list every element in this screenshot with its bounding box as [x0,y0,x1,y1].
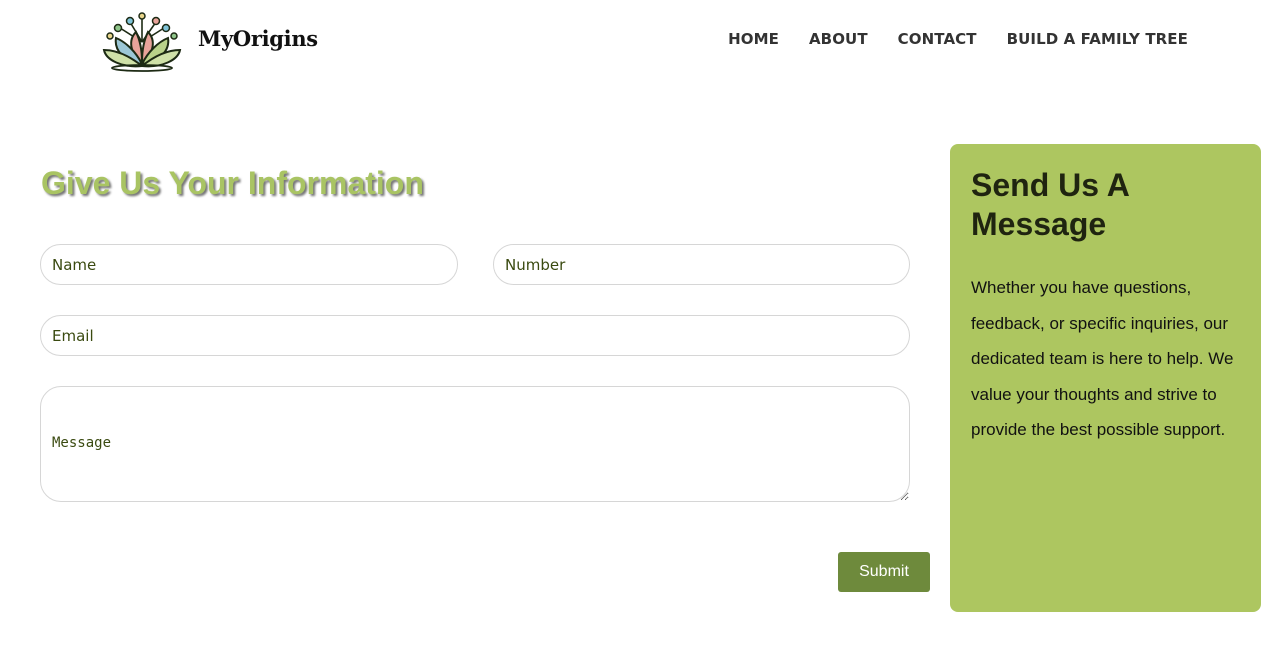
nav-about-link[interactable]: ABOUT [809,30,868,48]
main-nav: HOME ABOUT CONTACT BUILD A FAMILY TREE [728,30,1188,48]
message-textarea[interactable] [40,386,910,502]
nav-home-link[interactable]: HOME [728,30,779,48]
number-input[interactable] [493,244,910,285]
email-input[interactable] [40,315,910,356]
name-input[interactable] [40,244,458,285]
brand-name[interactable]: MyOrigins [198,26,318,51]
panel-description: Whether you have questions, feedback, or… [971,278,1234,440]
nav-contact-link[interactable]: CONTACT [898,30,977,48]
submit-button[interactable]: Submit [838,552,930,592]
panel-title: Send Us A Message [971,167,1129,242]
form-title: Give Us Your Information [41,165,424,201]
lotus-logo-icon[interactable] [100,12,184,72]
nav-build-family-tree-link[interactable]: BUILD A FAMILY TREE [1007,30,1188,48]
send-message-panel: Send Us A Message Whether you have quest… [950,144,1261,612]
site-header: MyOrigins HOME ABOUT CONTACT BUILD A FAM… [0,0,1280,82]
